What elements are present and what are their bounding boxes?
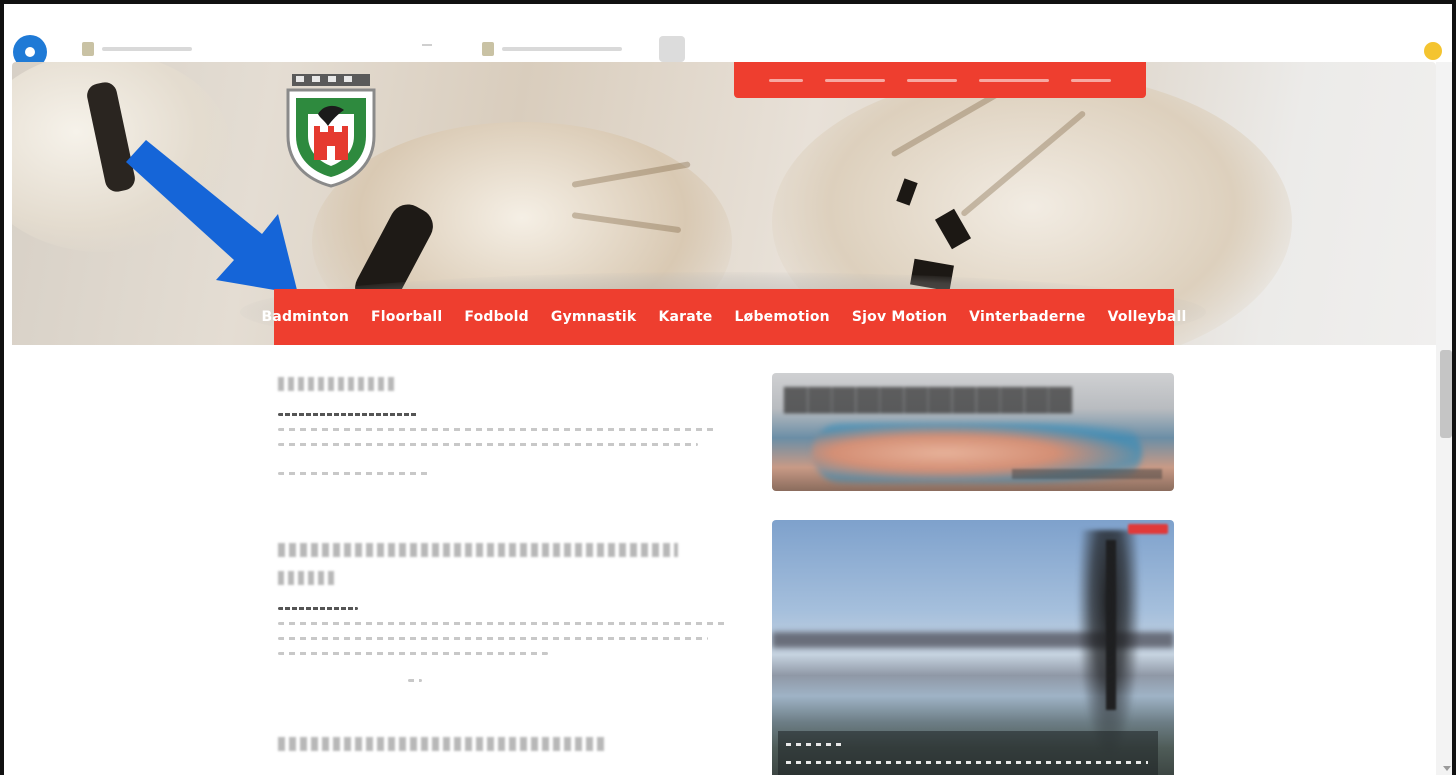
article-title-blurred[interactable] [278, 737, 608, 751]
sport-navigation: Badminton Floorball Fodbold Gymnastik Ka… [261, 289, 1186, 345]
top-menu-item-blurred[interactable] [1071, 78, 1111, 82]
tab-title-blurred [102, 47, 192, 51]
new-tab-button[interactable] [659, 36, 685, 62]
scrollbar-thumb[interactable] [1440, 350, 1452, 438]
nav-item-karate[interactable]: Karate [647, 309, 723, 325]
live-badge [1128, 524, 1168, 534]
screenshot-frame: Badminton Floorball Fodbold Gymnastik Ka… [0, 0, 1456, 775]
article-text-blurred [408, 679, 422, 682]
nav-item-volleyball[interactable]: Volleyball [1097, 309, 1198, 325]
article-text-blurred [278, 607, 358, 610]
caption-text-blurred [786, 761, 1148, 764]
page-scrollbar[interactable] [1436, 62, 1452, 775]
nav-item-fodbold[interactable]: Fodbold [453, 309, 540, 325]
event-banner-image[interactable]: ▆▆▆▆▆▆▆▆▆▆▆▆ [772, 373, 1174, 491]
article-title-blurred[interactable] [278, 377, 398, 391]
top-menu-item-blurred[interactable] [769, 78, 803, 82]
browser-chrome [4, 4, 1452, 69]
page-viewport: Badminton Floorball Fodbold Gymnastik Ka… [12, 62, 1436, 775]
tab-favicon-icon [82, 42, 94, 56]
scroll-down-icon[interactable] [1443, 766, 1451, 771]
nav-item-lobemotion[interactable]: Løbemotion [724, 309, 841, 325]
caption-text-blurred [786, 743, 846, 746]
news-content: ▆▆▆▆▆▆▆▆▆▆▆▆ [12, 345, 1436, 775]
hero-header: Badminton Floorball Fodbold Gymnastik Ka… [12, 62, 1436, 345]
news-article [278, 737, 738, 751]
nav-item-floorball[interactable]: Floorball [360, 309, 453, 325]
news-article [278, 377, 738, 475]
news-article [278, 543, 738, 682]
extension-status-icon[interactable] [1424, 42, 1442, 60]
article-title-blurred[interactable] [278, 571, 338, 585]
banner-title-blurred: ▆▆▆▆▆▆▆▆▆▆▆▆ [784, 379, 1073, 414]
top-menu-item-blurred[interactable] [979, 78, 1049, 82]
top-menu-item-blurred[interactable] [907, 78, 957, 82]
banner-date-blurred [1012, 469, 1162, 479]
article-text-blurred [278, 652, 548, 655]
photo-caption-blurred [778, 731, 1158, 775]
article-text-blurred [278, 413, 418, 416]
nav-item-gymnastik[interactable]: Gymnastik [540, 309, 648, 325]
lake-photo-card[interactable] [772, 520, 1174, 775]
nav-item-vinterbaderne[interactable]: Vinterbaderne [958, 309, 1096, 325]
tab-close-icon[interactable] [422, 44, 432, 46]
top-secondary-menu [734, 62, 1146, 98]
article-text-blurred [278, 622, 728, 625]
article-text-blurred [278, 443, 698, 446]
article-title-blurred[interactable] [278, 543, 678, 557]
tab-favicon-icon [482, 42, 494, 56]
browser-tab-1[interactable] [82, 38, 192, 60]
article-text-blurred [278, 472, 428, 475]
nav-item-sjov-motion[interactable]: Sjov Motion [841, 309, 958, 325]
arrow-pointer-icon [126, 140, 298, 294]
browser-tab-2[interactable] [482, 38, 622, 60]
article-text-blurred [278, 428, 718, 431]
top-menu-item-blurred[interactable] [825, 78, 885, 82]
nav-item-badminton[interactable]: Badminton [250, 309, 360, 325]
article-text-blurred [278, 637, 708, 640]
tab-title-blurred [502, 47, 622, 51]
